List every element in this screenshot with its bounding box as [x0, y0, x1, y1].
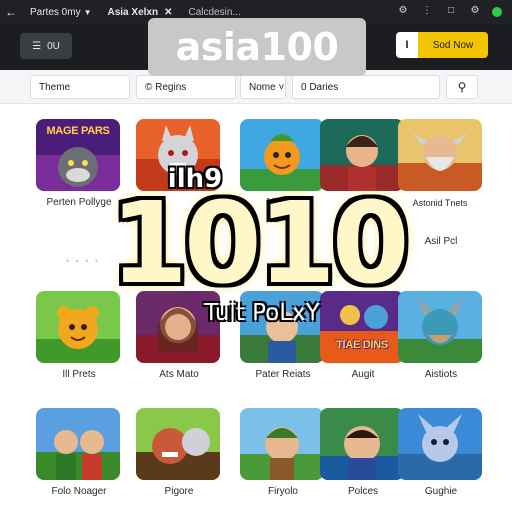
bookmark-icon[interactable]: □ [444, 4, 458, 18]
menu-icon: ☰ [32, 40, 42, 52]
tab-label: Calcdesin... [188, 6, 241, 18]
tab-label: Partes 0my [30, 6, 81, 18]
game-title: Aistiots [424, 369, 458, 380]
search-icon: ⚲ [457, 80, 467, 94]
thumbnail-title: MAGE PARS [46, 125, 110, 137]
game-title: Pater Reiats [255, 369, 311, 380]
game-thumbnail[interactable] [320, 408, 404, 480]
overlay-subtitle: Tuit PoLxY [204, 300, 320, 326]
pagination-dots: • • • • [66, 256, 101, 266]
page: ← Partes 0my ▼ Asia Xelxn ✕ Calcdesin... ⚙… [0, 0, 512, 512]
header-actions: I Sod Now [396, 32, 488, 58]
settings-icon[interactable]: ⚙ [468, 4, 482, 18]
browser-tab[interactable]: Partes 0my ▼ [22, 7, 100, 18]
game-card[interactable]: Gughie [398, 408, 484, 498]
game-title: Ats Mato [159, 369, 199, 380]
theme-filter[interactable]: Theme [30, 75, 130, 99]
logo[interactable]: asia100 [148, 18, 366, 76]
menu-label: 0U [47, 40, 60, 52]
game-card[interactable]: Firyolo [240, 408, 326, 498]
thumbnail-title: TIAE DINS [336, 339, 388, 351]
account-icon[interactable]: I [396, 32, 418, 58]
tab-label: Asia Xelxn [107, 6, 159, 18]
game-thumbnail[interactable] [398, 408, 482, 480]
logo-text: asia100 [175, 25, 339, 69]
game-title: Asil Pcl [424, 236, 458, 247]
more-vertical-icon[interactable]: ⋮ [420, 4, 434, 18]
game-title: Astonid Tnets [412, 198, 468, 208]
name-sort-select[interactable]: Nome ˅ [240, 75, 286, 99]
game-thumbnail[interactable] [36, 291, 120, 363]
game-thumbnail[interactable] [398, 119, 482, 191]
game-card[interactable]: Pigore [136, 408, 222, 498]
game-thumbnail[interactable] [36, 408, 120, 480]
game-card[interactable]: Polces [320, 408, 406, 498]
series-filter[interactable]: 0 Daries [292, 75, 440, 99]
bell-icon[interactable]: ⚙ [396, 4, 410, 18]
overlay-headline: 1010 [110, 179, 410, 309]
regions-filter[interactable]: © Regins [136, 75, 236, 99]
game-title: Ill Prets [62, 369, 96, 380]
game-title: Augit [351, 369, 375, 380]
game-title: Gughie [424, 486, 458, 497]
game-thumbnail[interactable] [136, 408, 220, 480]
arrow-left-icon[interactable]: ← [0, 5, 22, 19]
close-icon[interactable]: ✕ [164, 7, 172, 18]
browser-tab[interactable]: Calcdesin... [180, 7, 248, 18]
cta-button[interactable]: Sod Now [418, 32, 488, 58]
game-card[interactable]: Folo Noager [36, 408, 122, 498]
game-thumbnail[interactable]: MAGE PARS [36, 119, 120, 191]
game-title: Folo Noager [51, 486, 107, 497]
game-title: Firyolo [267, 486, 298, 497]
search-button[interactable]: ⚲ [446, 75, 478, 99]
game-thumbnail[interactable] [398, 291, 482, 363]
game-thumbnail[interactable] [240, 408, 324, 480]
browser-icons: ⚙ ⋮ □ ⚙ [396, 4, 502, 18]
game-title: Polces [347, 486, 378, 497]
status-dot [492, 7, 502, 17]
chevron-down-icon: ▼ [83, 7, 92, 17]
game-card[interactable]: Astonid Tnets [398, 119, 484, 209]
game-title: Pigore [164, 486, 194, 497]
browser-tab-active[interactable]: Asia Xelxn ✕ [100, 7, 181, 18]
game-card[interactable]: Aistiots [398, 291, 484, 381]
menu-button[interactable]: ☰ 0U [20, 33, 72, 59]
